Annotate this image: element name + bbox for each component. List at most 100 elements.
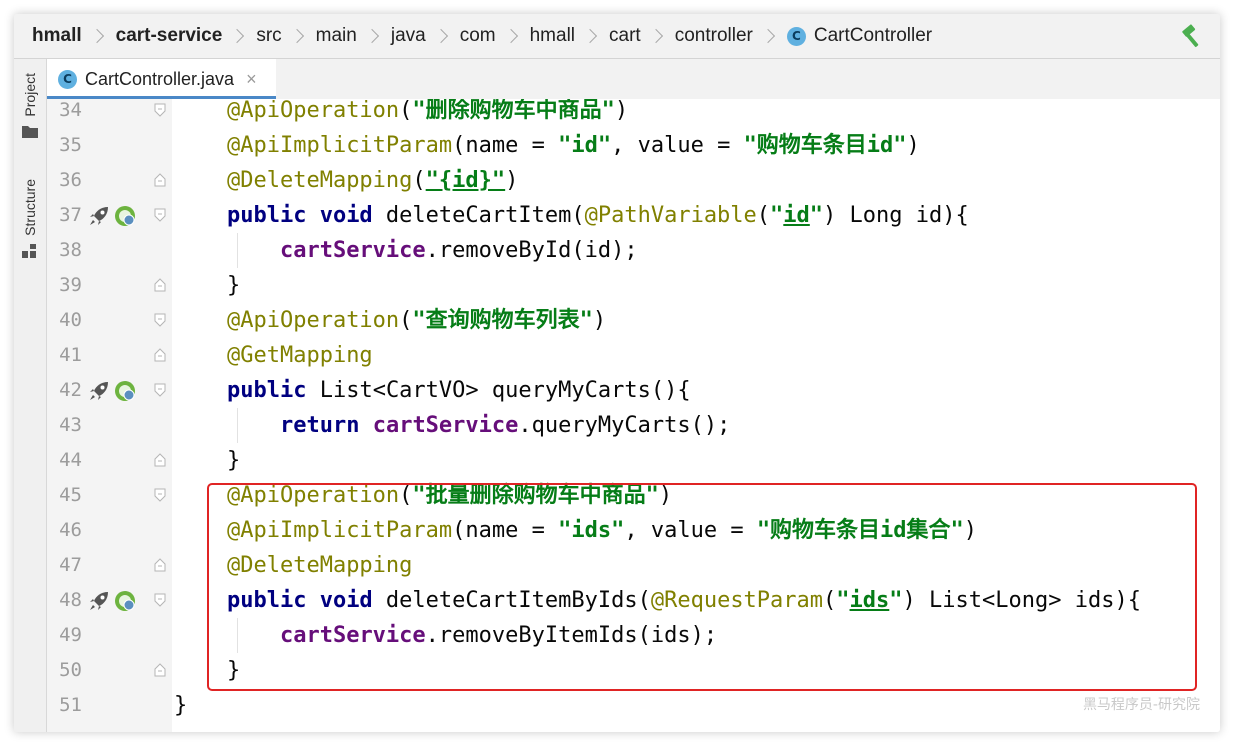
breadcrumb-item-main[interactable]: main	[316, 25, 357, 47]
line-number[interactable]: 41	[54, 338, 82, 373]
breadcrumb-separator-icon	[89, 28, 104, 44]
fold-open-icon[interactable]	[154, 593, 166, 607]
code-text[interactable]: @ApiOperation("查询购物车列表")	[174, 303, 606, 338]
code-text[interactable]: }	[174, 268, 240, 303]
fold-close-icon[interactable]	[154, 663, 166, 677]
code-line[interactable]: 37 public void deleteCartItem(@PathVaria…	[47, 198, 1220, 233]
close-icon[interactable]: ×	[246, 69, 257, 90]
breadcrumb-item-java[interactable]: java	[391, 25, 426, 47]
line-number[interactable]: 51	[54, 688, 82, 723]
code-annotation: @ApiOperation	[226, 99, 400, 123]
fold-open-icon[interactable]	[154, 383, 166, 397]
code-text[interactable]: @ApiImplicitParam(name = "id", value = "…	[174, 128, 920, 163]
breadcrumb-item-class[interactable]: C CartController	[786, 25, 933, 47]
breadcrumb-class-label: CartController	[813, 25, 933, 46]
fold-close-icon[interactable]	[154, 278, 166, 292]
code-string: "购物车条目id"	[743, 133, 907, 158]
breadcrumb-item-controller[interactable]: controller	[675, 25, 753, 47]
run-icon[interactable]	[88, 205, 110, 227]
line-number[interactable]: 38	[54, 233, 82, 268]
code-line[interactable]: 43 return cartService.queryMyCarts();	[47, 408, 1220, 443]
line-number[interactable]: 49	[54, 618, 82, 653]
line-number[interactable]: 40	[54, 303, 82, 338]
code-field: cartService	[372, 413, 519, 438]
breadcrumb-item-src[interactable]: src	[256, 25, 281, 47]
structure-icon	[22, 243, 36, 258]
line-number[interactable]: 34	[54, 99, 82, 128]
line-number[interactable]: 46	[54, 513, 82, 548]
code-annotation: @ApiOperation	[226, 308, 400, 333]
code-line[interactable]: 35 @ApiImplicitParam(name = "id", value …	[47, 128, 1220, 163]
fold-close-icon[interactable]	[154, 348, 166, 362]
code-text[interactable]: @ApiOperation("删除购物车中商品")	[174, 99, 628, 128]
spring-bean-icon[interactable]	[114, 590, 136, 612]
code-annotation: @PathVariable	[584, 203, 757, 228]
code-field: cartService	[279, 238, 426, 263]
project-tool-tab[interactable]: Project	[18, 73, 42, 138]
breadcrumb-item-module[interactable]: cart-service	[116, 25, 223, 47]
fold-open-icon[interactable]	[154, 103, 166, 117]
code-text[interactable]: }	[174, 688, 187, 723]
code-text[interactable]: public void deleteCartItem(@PathVariable…	[174, 198, 969, 233]
structure-tool-tab[interactable]: Structure	[18, 179, 42, 258]
code-line[interactable]: 44 }	[47, 443, 1220, 478]
code-text[interactable]: @GetMapping	[174, 338, 373, 373]
code-token: (name =	[452, 133, 559, 158]
fold-close-icon[interactable]	[154, 558, 166, 572]
line-number[interactable]: 48	[54, 583, 82, 618]
line-number[interactable]: 43	[54, 408, 82, 443]
fold-open-icon[interactable]	[154, 488, 166, 502]
code-token: ) Long id){	[823, 203, 969, 228]
code-text[interactable]: return cartService.queryMyCarts();	[174, 408, 730, 443]
code-line[interactable]: 42 public List<CartVO> queryMyCarts(){	[47, 373, 1220, 408]
code-token: (	[756, 203, 771, 228]
gutter-markers	[88, 380, 138, 402]
fold-close-icon[interactable]	[154, 173, 166, 187]
hammer-icon[interactable]	[1180, 23, 1206, 49]
line-number[interactable]: 37	[54, 198, 82, 233]
code-string: "{id}"	[425, 168, 506, 193]
code-text[interactable]: @DeleteMapping("{id}")	[174, 163, 518, 198]
line-number[interactable]: 44	[54, 443, 82, 478]
breadcrumb-item-hmall-package[interactable]: hmall	[530, 25, 575, 47]
line-number[interactable]: 35	[54, 128, 82, 163]
spring-bean-icon[interactable]	[114, 380, 136, 402]
tab-cartcontroller-java[interactable]: C CartController.java ×	[47, 59, 276, 99]
fold-close-icon[interactable]	[154, 453, 166, 467]
fold-open-icon[interactable]	[154, 313, 166, 327]
code-text[interactable]: cartService.removeById(id);	[174, 233, 638, 268]
code-line[interactable]: 41 @GetMapping	[47, 338, 1220, 373]
folder-icon	[22, 125, 38, 138]
code-line[interactable]: 39 }	[47, 268, 1220, 303]
breadcrumb-separator-icon	[364, 28, 379, 44]
code-line[interactable]: 34 @ApiOperation("删除购物车中商品")	[47, 99, 1220, 128]
line-number[interactable]: 47	[54, 548, 82, 583]
breadcrumb-item-cart[interactable]: cart	[609, 25, 641, 47]
run-icon[interactable]	[88, 380, 110, 402]
code-line[interactable]: 40 @ApiOperation("查询购物车列表")	[47, 303, 1220, 338]
run-icon[interactable]	[88, 590, 110, 612]
spring-bean-icon[interactable]	[114, 205, 136, 227]
code-annotation: @DeleteMapping	[226, 168, 413, 193]
line-number[interactable]: 50	[54, 653, 82, 688]
breadcrumb-item-com[interactable]: com	[460, 25, 496, 47]
breadcrumb-separator-icon	[648, 28, 663, 44]
line-number[interactable]: 39	[54, 268, 82, 303]
line-number[interactable]: 42	[54, 373, 82, 408]
indent-guide	[237, 233, 238, 268]
line-number[interactable]: 36	[54, 163, 82, 198]
code-line[interactable]: 38 cartService.removeById(id);	[47, 233, 1220, 268]
code-text[interactable]: public List<CartVO> queryMyCarts(){	[174, 373, 691, 408]
line-number[interactable]: 45	[54, 478, 82, 513]
code-line[interactable]: 36 @DeleteMapping("{id}")	[47, 163, 1220, 198]
breadcrumb-item-project[interactable]: hmall	[32, 25, 82, 47]
fold-open-icon[interactable]	[154, 208, 166, 222]
code-text[interactable]: }	[174, 443, 240, 478]
gutter-markers	[88, 590, 138, 612]
code-token: .removeById(id);	[425, 238, 638, 263]
code-line[interactable]: 51}	[47, 688, 1220, 723]
indent-guide	[237, 408, 238, 443]
